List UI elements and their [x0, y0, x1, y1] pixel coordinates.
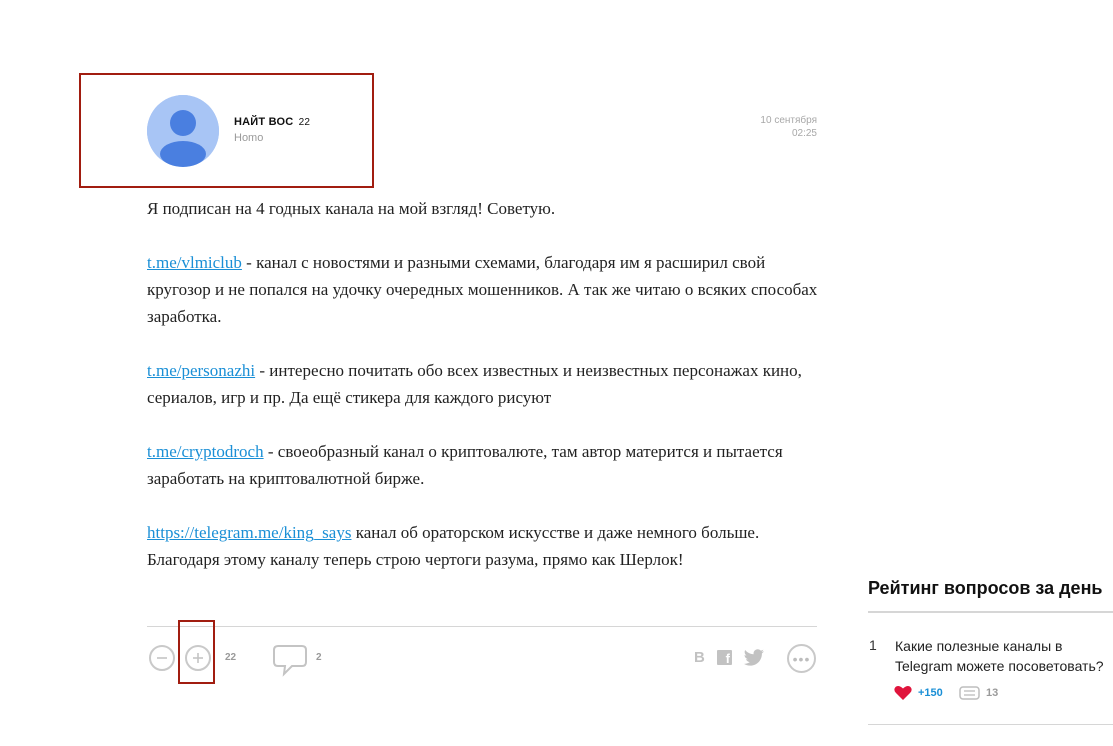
rating-question-line[interactable]: Telegram можете посоветовать?	[895, 656, 1113, 676]
channel-paragraph: t.me/cryptodroch - своеобразный канал о …	[147, 438, 822, 492]
actions-divider	[147, 626, 817, 627]
share-facebook-button[interactable]: f	[717, 650, 732, 665]
rating-rank: 1	[869, 637, 877, 653]
heart-icon	[894, 685, 912, 706]
downvote-button[interactable]	[149, 645, 175, 671]
question-answer-page: НАЙТ ВОС 22 Homo 10 сентября 02:25 Я под…	[0, 0, 1113, 746]
ellipsis-icon: •••	[792, 650, 811, 667]
comment-shape	[959, 686, 980, 700]
comments-button[interactable]	[272, 643, 308, 682]
channel-description: - канал с новостями и разными схемами, б…	[147, 253, 818, 326]
rating-title: Рейтинг вопросов за день	[868, 578, 1103, 598]
rating-divider	[868, 724, 1113, 725]
speech-bubble-icon	[273, 645, 307, 677]
author-name-text[interactable]: НАЙТ ВОС	[234, 116, 293, 128]
more-actions-button[interactable]: •••	[787, 644, 816, 673]
rating-question-line[interactable]: Какие полезные каналы в	[895, 636, 1113, 656]
avatar[interactable]	[147, 95, 219, 167]
comment-icon	[959, 686, 981, 707]
author-subtitle: Homo	[234, 132, 264, 144]
share-vk-button[interactable]: В	[694, 650, 705, 666]
vote-count: 22	[225, 652, 237, 663]
channel-paragraph: t.me/personazhi - интересно почитать обо…	[147, 357, 822, 411]
rating-question-link[interactable]: Какие полезные каналы в Telegram можете …	[895, 636, 1113, 676]
author-name[interactable]: НАЙТ ВОС 22	[234, 116, 310, 128]
answer-outro: Благодаря этому каналу теперь строю черт…	[147, 550, 684, 569]
minus-icon	[157, 657, 167, 659]
upvote-highlight-box	[178, 620, 215, 684]
twitter-icon	[743, 649, 764, 666]
author-highlight-box	[79, 73, 374, 188]
channel-paragraph: https://telegram.me/king_says канал об о…	[147, 519, 822, 546]
channel-link[interactable]: https://telegram.me/king_says	[147, 523, 351, 542]
post-date: 10 сентября	[760, 115, 817, 126]
post-timestamp: 10 сентября 02:25	[760, 114, 817, 140]
comment-count: 2	[316, 652, 322, 663]
share-twitter-button[interactable]	[743, 649, 765, 671]
rating-comment-count: 13	[986, 687, 999, 699]
channel-link[interactable]: t.me/cryptodroch	[147, 442, 264, 461]
post-time: 02:25	[791, 128, 817, 139]
heart-shape	[894, 686, 912, 700]
channel-description: канал об ораторском искусстве и даже нем…	[351, 523, 760, 542]
answer-intro: Я подписан на 4 годных канала на мой взг…	[147, 199, 556, 218]
channel-link[interactable]: t.me/vlmiclub	[147, 253, 242, 272]
channel-paragraph: t.me/vlmiclub - канал с новостями и разн…	[147, 249, 822, 330]
user-avatar-icon	[147, 95, 219, 167]
answer-body: Я подписан на 4 годных канала на мой взг…	[147, 195, 822, 573]
author-score: 22	[298, 117, 311, 128]
rating-divider	[868, 611, 1113, 613]
channel-link[interactable]: t.me/personazhi	[147, 361, 255, 380]
rating-likes: +150	[918, 687, 943, 699]
